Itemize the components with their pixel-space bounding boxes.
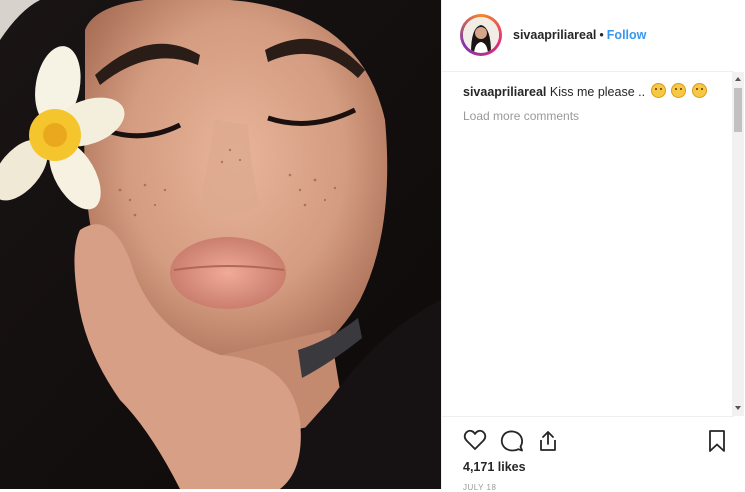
header-username[interactable]: sivaapriliareal [513, 28, 596, 42]
bookmark-icon[interactable] [708, 429, 726, 458]
caption-text: Kiss me please .. [549, 85, 646, 99]
selfie-image [0, 0, 441, 489]
comments-scrollbar[interactable] [732, 72, 744, 416]
avatar-image [463, 17, 499, 53]
avatar[interactable] [460, 14, 502, 56]
scroll-up-arrow-icon[interactable] [735, 77, 741, 81]
grinning-face-emoji [691, 83, 707, 98]
scroll-down-arrow-icon[interactable] [735, 406, 741, 410]
share-icon[interactable] [537, 429, 559, 458]
scrollbar-thumb[interactable] [734, 88, 742, 132]
post-date: JULY 18 [463, 483, 497, 492]
smiling-face-emoji [650, 83, 666, 98]
caption-username[interactable]: sivaapriliareal [463, 85, 546, 99]
heart-icon[interactable] [463, 429, 487, 456]
comment-icon[interactable] [500, 429, 524, 458]
separator-dot: • [599, 28, 604, 42]
comments-list: sivaapriliareal Kiss me please .. Load m… [463, 83, 723, 123]
post-header: sivaapriliareal • Follow [442, 0, 734, 72]
load-more-comments-button[interactable]: Load more comments [463, 109, 723, 123]
likes-count[interactable]: 4,171 likes [463, 460, 526, 474]
post-photo[interactable] [0, 0, 441, 489]
follow-button[interactable]: Follow [607, 28, 647, 42]
caption-comment: sivaapriliareal Kiss me please .. [463, 83, 723, 100]
post-side-panel: sivaapriliareal • Follow sivaapriliareal K… [441, 0, 745, 492]
kissing-face-emoji [671, 83, 687, 98]
post-actions: 4,171 likes JULY 18 [442, 416, 734, 492]
